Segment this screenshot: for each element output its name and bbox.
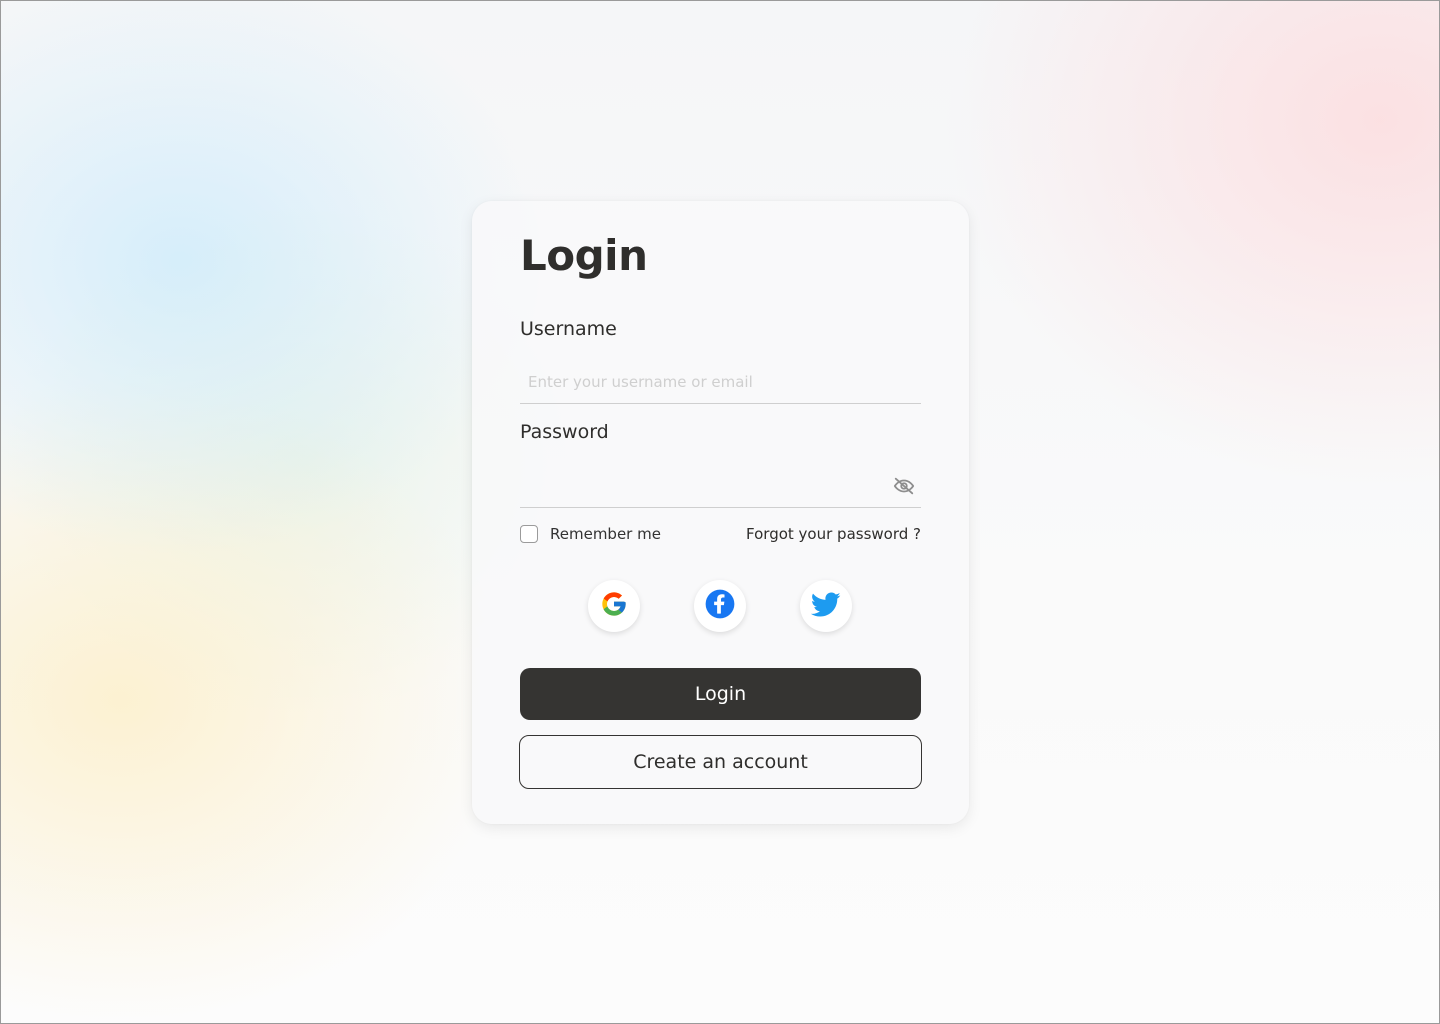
- page-title: Login: [520, 231, 648, 280]
- username-input[interactable]: [520, 360, 921, 403]
- forgot-password-link[interactable]: Forgot your password ?: [746, 523, 921, 545]
- twitter-icon: [810, 589, 841, 623]
- facebook-icon: [705, 589, 735, 623]
- password-label: Password: [520, 421, 609, 443]
- password-input[interactable]: [520, 464, 921, 507]
- google-icon: [600, 590, 628, 622]
- username-label: Username: [520, 318, 617, 340]
- create-account-button[interactable]: Create an account: [519, 735, 922, 789]
- google-login-button[interactable]: [588, 580, 640, 632]
- twitter-login-button[interactable]: [800, 580, 852, 632]
- login-button[interactable]: Login: [520, 668, 921, 720]
- remember-me[interactable]: Remember me: [520, 523, 661, 545]
- remember-label: Remember me: [550, 525, 661, 543]
- password-field: [520, 464, 921, 508]
- username-field: [520, 360, 921, 404]
- eye-off-icon[interactable]: [893, 475, 915, 497]
- facebook-login-button[interactable]: [694, 580, 746, 632]
- remember-checkbox[interactable]: [520, 525, 538, 543]
- login-card: Login Username Password Remember me Forg…: [472, 201, 969, 824]
